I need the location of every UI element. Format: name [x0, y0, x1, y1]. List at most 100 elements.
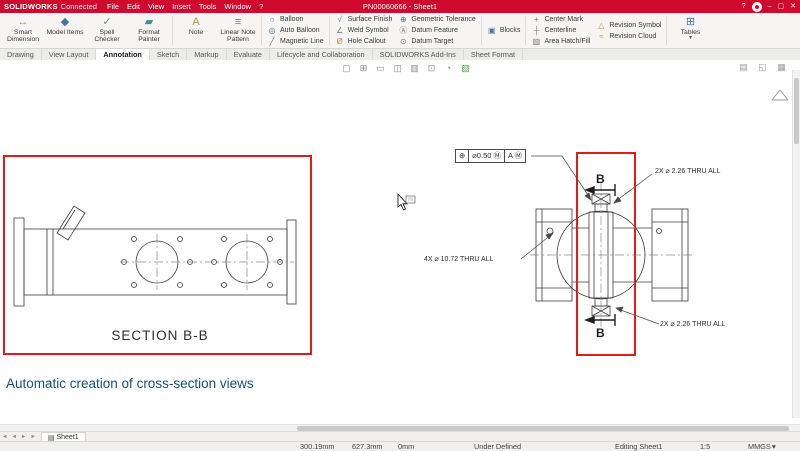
tab-lifecycle-collaboration[interactable]: Lifecycle and Collaboration: [270, 49, 373, 60]
tab-view-layout[interactable]: View Layout: [42, 49, 97, 60]
revision-cloud-button[interactable]: ≈ Revision Cloud: [596, 31, 661, 41]
button-label: Auto Balloon: [280, 27, 320, 34]
ribbon-separator: [481, 16, 482, 45]
tolerance-value: ⌀0.50 Ⓜ: [469, 150, 505, 162]
magnetic-line-button[interactable]: ╱ Magnetic Line: [267, 37, 324, 47]
tables-button[interactable]: ⊞ Tables ▾: [669, 14, 711, 47]
geometric-tolerance-button[interactable]: ⊕ Geometric Tolerance: [398, 15, 475, 25]
center-mark-button[interactable]: + Center Mark: [531, 15, 590, 25]
fullscreen-icon[interactable]: ◱: [756, 61, 769, 73]
model-items-icon: ◆: [61, 16, 69, 28]
magnetic-line-icon: ╱: [267, 37, 277, 46]
format-painter-button[interactable]: ▰ Format Painter: [128, 14, 170, 47]
button-label: Balloon: [280, 16, 303, 23]
title-bar: SOLIDWORKS Connected File Edit View Inse…: [0, 0, 800, 13]
format-painter-icon: ▰: [145, 16, 153, 28]
button-label: Center Mark: [544, 16, 583, 23]
previous-sheet-icon[interactable]: ◄: [9, 434, 18, 440]
tab-annotation[interactable]: Annotation: [96, 49, 150, 60]
smart-dimension-button[interactable]: ↔ Smart Dimension: [2, 14, 44, 47]
view-settings-icon[interactable]: ▧: [459, 62, 472, 74]
button-label: Model Items: [46, 29, 83, 36]
browser-pane-icon[interactable]: ▤: [737, 61, 750, 73]
datum-feature-icon: Ⓐ: [398, 25, 408, 36]
tab-sheet-format[interactable]: Sheet Format: [464, 49, 523, 60]
datum-reference: A Ⓜ: [505, 150, 525, 162]
task-pane-icon[interactable]: ▦: [775, 61, 788, 73]
tab-sketch[interactable]: Sketch: [150, 49, 187, 60]
hole-callout-bottom-right[interactable]: 2X ⌀ 2.26 THRU ALL: [660, 320, 726, 328]
centerline-button[interactable]: ┼ Centerline: [531, 26, 590, 36]
model-items-button[interactable]: ◆ Model Items: [44, 14, 86, 47]
view-orientation-icon[interactable]: ▥: [408, 62, 421, 74]
button-label: Spell Checker: [86, 29, 128, 44]
section-letter-top: B: [596, 172, 605, 186]
brand-suffix: Connected: [61, 2, 97, 11]
button-label: Datum Target: [411, 38, 453, 45]
menu-insert[interactable]: Insert: [172, 2, 191, 11]
spell-checker-button[interactable]: ✓ Spell Checker: [86, 14, 128, 47]
blocks-button[interactable]: ▣ Blocks: [487, 26, 521, 36]
mouse-cursor: [398, 194, 415, 210]
vertical-scrollbar-thumb[interactable]: [794, 78, 799, 144]
help-icon[interactable]: ?: [742, 0, 746, 13]
zoom-fit-icon[interactable]: ▢: [340, 62, 353, 74]
section-letter-bottom: B: [596, 326, 605, 340]
revision-symbol-button[interactable]: △ Revision Symbol: [596, 20, 661, 30]
button-label: Weld Symbol: [348, 27, 389, 34]
zoom-area-icon[interactable]: ⊞: [357, 62, 370, 74]
auto-balloon-button[interactable]: ◎ Auto Balloon: [267, 26, 324, 36]
maximize-icon[interactable]: ▢: [778, 0, 785, 13]
heads-up-view-toolbar: ▢ ⊞ ▭ ◫ ▥ ⊡ ◔ ▧: [340, 62, 472, 74]
note-button[interactable]: A Note: [175, 14, 217, 47]
last-sheet-icon[interactable]: ►: [28, 434, 37, 440]
ribbon-separator: [172, 16, 173, 45]
highlight-box-section-view: [3, 155, 312, 355]
feature-control-frame[interactable]: ⊕ ⌀0.50 Ⓜ A Ⓜ: [455, 149, 526, 163]
hole-callout-button[interactable]: Ø Hole Callout: [335, 37, 393, 47]
balloon-button[interactable]: ○ Balloon: [267, 15, 324, 25]
next-sheet-icon[interactable]: ►: [19, 434, 28, 440]
datum-target-button[interactable]: ⊙ Datum Target: [398, 37, 475, 47]
balloon-group: ○ Balloon ◎ Auto Balloon ╱ Magnetic Line: [264, 14, 327, 47]
menu-file[interactable]: File: [107, 2, 119, 11]
button-label: Linear Note Pattern: [217, 29, 259, 44]
geometric-tolerance-icon: ⊕: [398, 15, 408, 24]
first-sheet-icon[interactable]: ◄: [0, 434, 9, 440]
button-label: Note: [189, 29, 203, 36]
horizontal-scrollbar[interactable]: [0, 424, 800, 431]
button-label: Blocks: [500, 27, 521, 34]
menu-window[interactable]: Window: [224, 2, 251, 11]
smart-dimension-icon: ↔: [18, 16, 29, 28]
surface-finish-button[interactable]: √ Surface Finish: [335, 15, 393, 25]
tab-markup[interactable]: Markup: [187, 49, 226, 60]
tab-drawing[interactable]: Drawing: [0, 49, 42, 60]
hide-show-items-icon[interactable]: ◔: [442, 62, 455, 74]
reference-triad-icon: [772, 90, 788, 100]
display-style-icon[interactable]: ⊡: [425, 62, 438, 74]
centerline-icon: ┼: [531, 26, 541, 35]
minimize-icon[interactable]: –: [768, 0, 772, 13]
menu-edit[interactable]: Edit: [127, 2, 140, 11]
hole-callout-top-right[interactable]: 2X ⌀ 2.26 THRU ALL: [655, 167, 721, 175]
graphics-area[interactable]: ▢ ⊞ ▭ ◫ ▥ ⊡ ◔ ▧ ▤ ◱ ▦ SECTION B-B B B 2X…: [0, 60, 800, 424]
caption-text: Automatic creation of cross-section view…: [6, 376, 254, 391]
menu-tools[interactable]: Tools: [199, 2, 217, 11]
tab-evaluate[interactable]: Evaluate: [227, 49, 270, 60]
hole-callout-left[interactable]: 4X ⌀ 10.72 THRU ALL: [424, 255, 493, 263]
menu-view[interactable]: View: [148, 2, 164, 11]
balloon-icon: ○: [267, 15, 277, 24]
vertical-scrollbar[interactable]: [792, 70, 800, 418]
datum-feature-button[interactable]: Ⓐ Datum Feature: [398, 26, 475, 36]
ribbon-separator: [525, 16, 526, 45]
weld-symbol-button[interactable]: ∠ Weld Symbol: [335, 26, 393, 36]
sheet-tab-label: Sheet1: [56, 434, 78, 441]
close-icon[interactable]: ✕: [790, 0, 796, 13]
user-avatar[interactable]: [752, 2, 762, 12]
tab-solidworks-add-ins[interactable]: SOLIDWORKS Add-Ins: [373, 49, 464, 60]
previous-view-icon[interactable]: ▭: [374, 62, 387, 74]
linear-note-pattern-button[interactable]: ≡ Linear Note Pattern: [217, 14, 259, 47]
section-view-icon[interactable]: ◫: [391, 62, 404, 74]
area-hatch-fill-button[interactable]: ▨ Area Hatch/Fill: [531, 37, 590, 47]
menu-help[interactable]: ?: [259, 2, 263, 11]
